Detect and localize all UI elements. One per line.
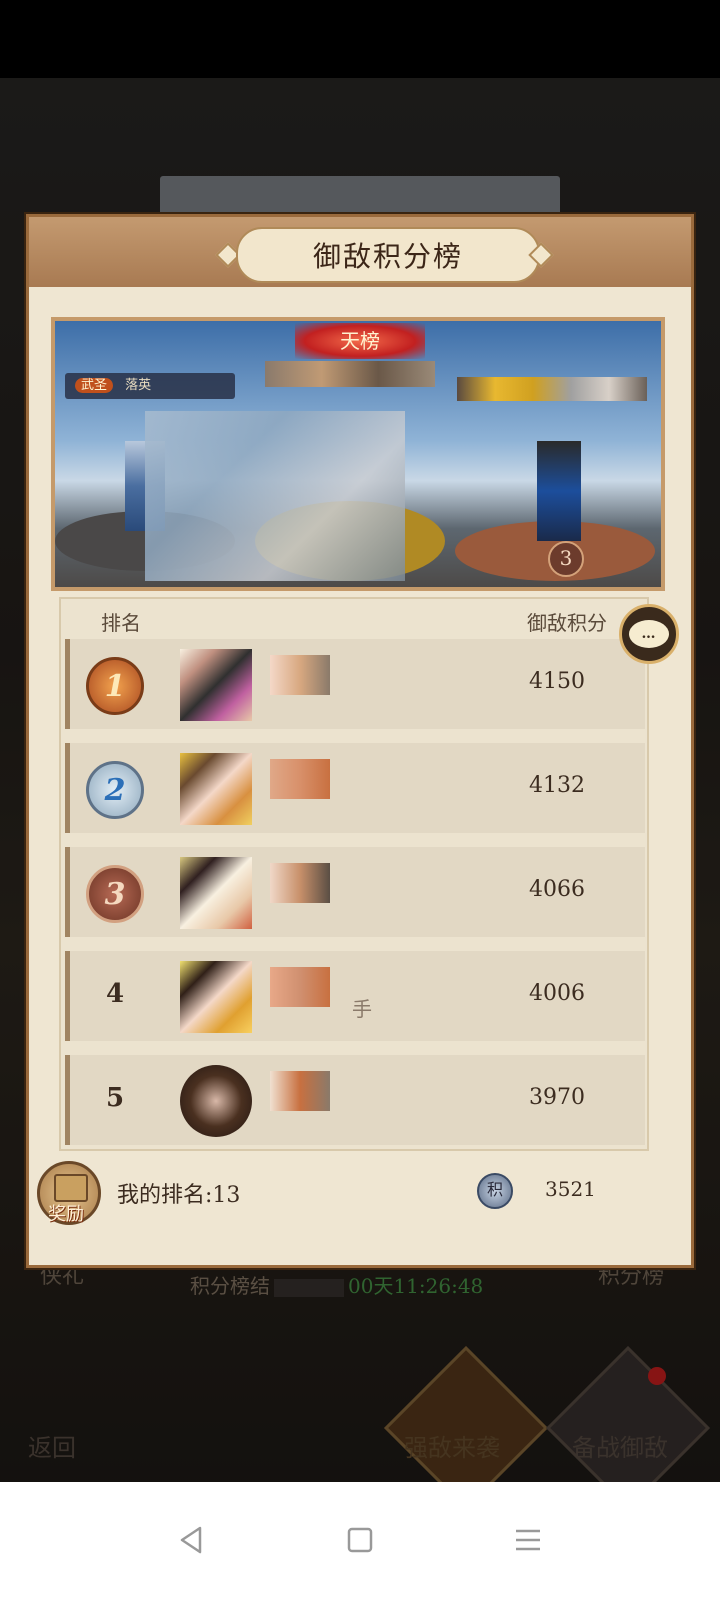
bronze-medal-icon: 3: [86, 865, 144, 923]
score-column-header: 御敌积分: [527, 611, 607, 635]
points-coin-icon: 积: [477, 1173, 513, 1209]
row-score: 4066: [529, 877, 585, 902]
my-score: 3521: [545, 1177, 596, 1201]
left-tag-label: 武圣: [75, 378, 114, 393]
pixelated-name-right: [457, 377, 647, 401]
top-three-banner: 天榜 武圣 落英 3: [51, 317, 665, 591]
pixelated-player-name: [270, 967, 330, 1007]
champion-figure-right: [537, 441, 581, 541]
pixelated-player-name: [270, 1071, 330, 1111]
ranking-row-2[interactable]: 2 4132: [65, 743, 645, 833]
avatar: [180, 1065, 252, 1137]
pixelated-champion-first: [145, 411, 405, 581]
row-score: 4150: [529, 669, 585, 694]
pixelated-name-center: [265, 361, 435, 387]
row-score: 4132: [529, 773, 585, 798]
gold-medal-icon: 1: [86, 657, 144, 715]
row-score: 4006: [529, 981, 585, 1006]
avatar: [180, 857, 252, 929]
pixelated-player-name: [270, 863, 330, 903]
pixelated-player-name: [270, 759, 330, 799]
home-square-icon[interactable]: [340, 1520, 380, 1560]
system-nav-bar: [0, 1482, 720, 1608]
player-name-suffix: 手: [352, 997, 372, 1021]
rank-number: 4: [106, 979, 125, 1009]
left-tag-name: 落英: [125, 378, 152, 393]
chat-bubble-icon: …: [629, 620, 669, 648]
ranking-list-header: 排名 御敌积分: [61, 599, 647, 637]
my-rank-bar: 奖励 我的排名:13 积 3521: [29, 1161, 691, 1225]
treasure-chest-icon: [54, 1174, 88, 1202]
ranking-row-1[interactable]: 1 4150: [65, 639, 645, 729]
heaven-rank-badge: 天榜: [295, 323, 425, 359]
reward-button[interactable]: 奖励: [37, 1161, 101, 1225]
silver-medal-icon: 2: [86, 761, 144, 819]
background-tab-bar: [160, 176, 560, 216]
third-place-badge: 3: [548, 541, 584, 577]
ranking-row-4[interactable]: 4 手 4006: [65, 951, 645, 1041]
menu-lines-icon[interactable]: [508, 1520, 548, 1560]
status-bar: [0, 0, 720, 78]
ranking-list[interactable]: 排名 御敌积分 1 4150 2 4132 3 4066 4 手 4006 5 …: [59, 597, 649, 1151]
avatar: [180, 961, 252, 1033]
my-rank-text: 我的排名:13: [117, 1183, 241, 1208]
champion-left-tag: 武圣 落英: [65, 373, 235, 399]
modal-title: 御敌积分榜: [236, 227, 540, 283]
back-triangle-icon[interactable]: [172, 1520, 212, 1560]
pixelated-player-name: [270, 655, 330, 695]
reward-label: 奖励: [48, 1204, 84, 1225]
rank-number: 5: [106, 1083, 125, 1113]
row-score: 3970: [529, 1085, 585, 1110]
ranking-row-5[interactable]: 5 3970: [65, 1055, 645, 1145]
avatar: [180, 649, 252, 721]
ranking-row-3[interactable]: 3 4066: [65, 847, 645, 937]
rank-column-header: 排名: [101, 611, 141, 635]
chat-button[interactable]: …: [619, 604, 679, 664]
ranking-modal: 御敌积分榜 天榜 武圣 落英 3 排名 御敌积分 1 4150 2 4132 3…: [26, 214, 694, 1268]
avatar: [180, 753, 252, 825]
modal-header: 御敌积分榜: [29, 217, 691, 287]
